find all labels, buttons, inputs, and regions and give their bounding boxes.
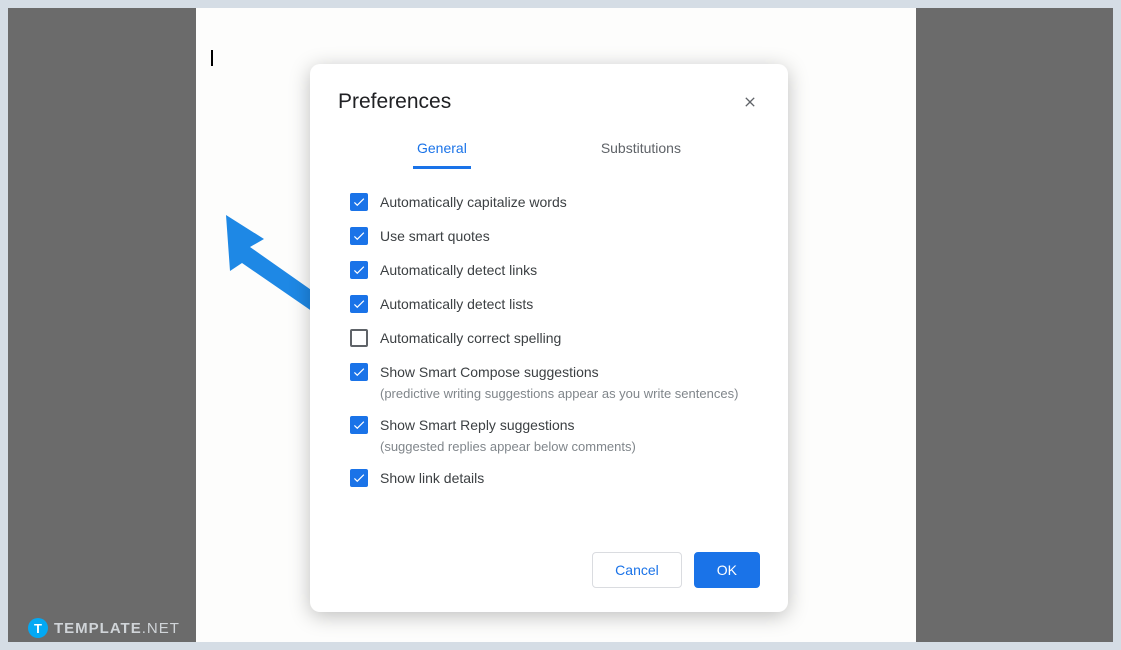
option-row: Use smart quotes — [350, 226, 760, 246]
option-checkbox[interactable] — [350, 193, 368, 211]
option-text: Automatically detect links — [380, 260, 537, 280]
option-text: Show link details — [380, 468, 484, 488]
option-label: Automatically detect links — [380, 260, 537, 280]
option-row: Automatically detect links — [350, 260, 760, 280]
option-row: Automatically correct spelling — [350, 328, 760, 348]
option-row: Show Smart Reply suggestions (suggested r… — [350, 415, 760, 454]
close-icon[interactable] — [740, 92, 760, 112]
watermark-text: TEMPLATE.NET — [54, 620, 180, 637]
dialog-title: Preferences — [338, 90, 451, 114]
option-text: Show Smart Reply suggestions (suggested r… — [380, 415, 636, 454]
cancel-button[interactable]: Cancel — [592, 552, 682, 588]
option-checkbox[interactable] — [350, 363, 368, 381]
tab-general[interactable]: General — [413, 132, 471, 169]
option-text: Automatically capitalize words — [380, 192, 567, 212]
watermark: T TEMPLATE.NET — [28, 618, 180, 638]
option-label: Show Smart Compose suggestions — [380, 362, 738, 382]
option-checkbox[interactable] — [350, 295, 368, 313]
option-checkbox[interactable] — [350, 416, 368, 434]
watermark-brand: TEMPLATE — [54, 620, 142, 637]
option-label: Use smart quotes — [380, 226, 490, 246]
option-subtext: (predictive writing suggestions appear a… — [380, 386, 738, 401]
option-row: Automatically capitalize words — [350, 192, 760, 212]
ok-button[interactable]: OK — [694, 552, 760, 588]
option-text: Use smart quotes — [380, 226, 490, 246]
dialog-tabs: General Substitutions — [310, 132, 788, 170]
watermark-suffix: .NET — [142, 620, 180, 637]
tab-substitutions[interactable]: Substitutions — [597, 132, 685, 169]
option-label: Automatically detect lists — [380, 294, 533, 314]
option-row: Automatically detect lists — [350, 294, 760, 314]
preferences-dialog: Preferences General Substitutions Automa… — [310, 64, 788, 612]
option-label: Show link details — [380, 468, 484, 488]
option-label: Automatically correct spelling — [380, 328, 561, 348]
dialog-footer: Cancel OK — [310, 512, 788, 588]
option-checkbox[interactable] — [350, 329, 368, 347]
option-label: Show Smart Reply suggestions — [380, 415, 636, 435]
text-cursor — [211, 50, 213, 66]
option-row: Show link details — [350, 468, 760, 488]
option-checkbox[interactable] — [350, 227, 368, 245]
watermark-icon: T — [28, 618, 48, 638]
option-label: Automatically capitalize words — [380, 192, 567, 212]
option-checkbox[interactable] — [350, 469, 368, 487]
option-subtext: (suggested replies appear below comments… — [380, 439, 636, 454]
option-checkbox[interactable] — [350, 261, 368, 279]
dialog-header: Preferences — [310, 90, 788, 132]
option-row: Show Smart Compose suggestions (predictiv… — [350, 362, 760, 401]
option-text: Automatically correct spelling — [380, 328, 561, 348]
option-text: Show Smart Compose suggestions (predictiv… — [380, 362, 738, 401]
options-list: Automatically capitalize words Use smart … — [310, 170, 788, 512]
option-text: Automatically detect lists — [380, 294, 533, 314]
